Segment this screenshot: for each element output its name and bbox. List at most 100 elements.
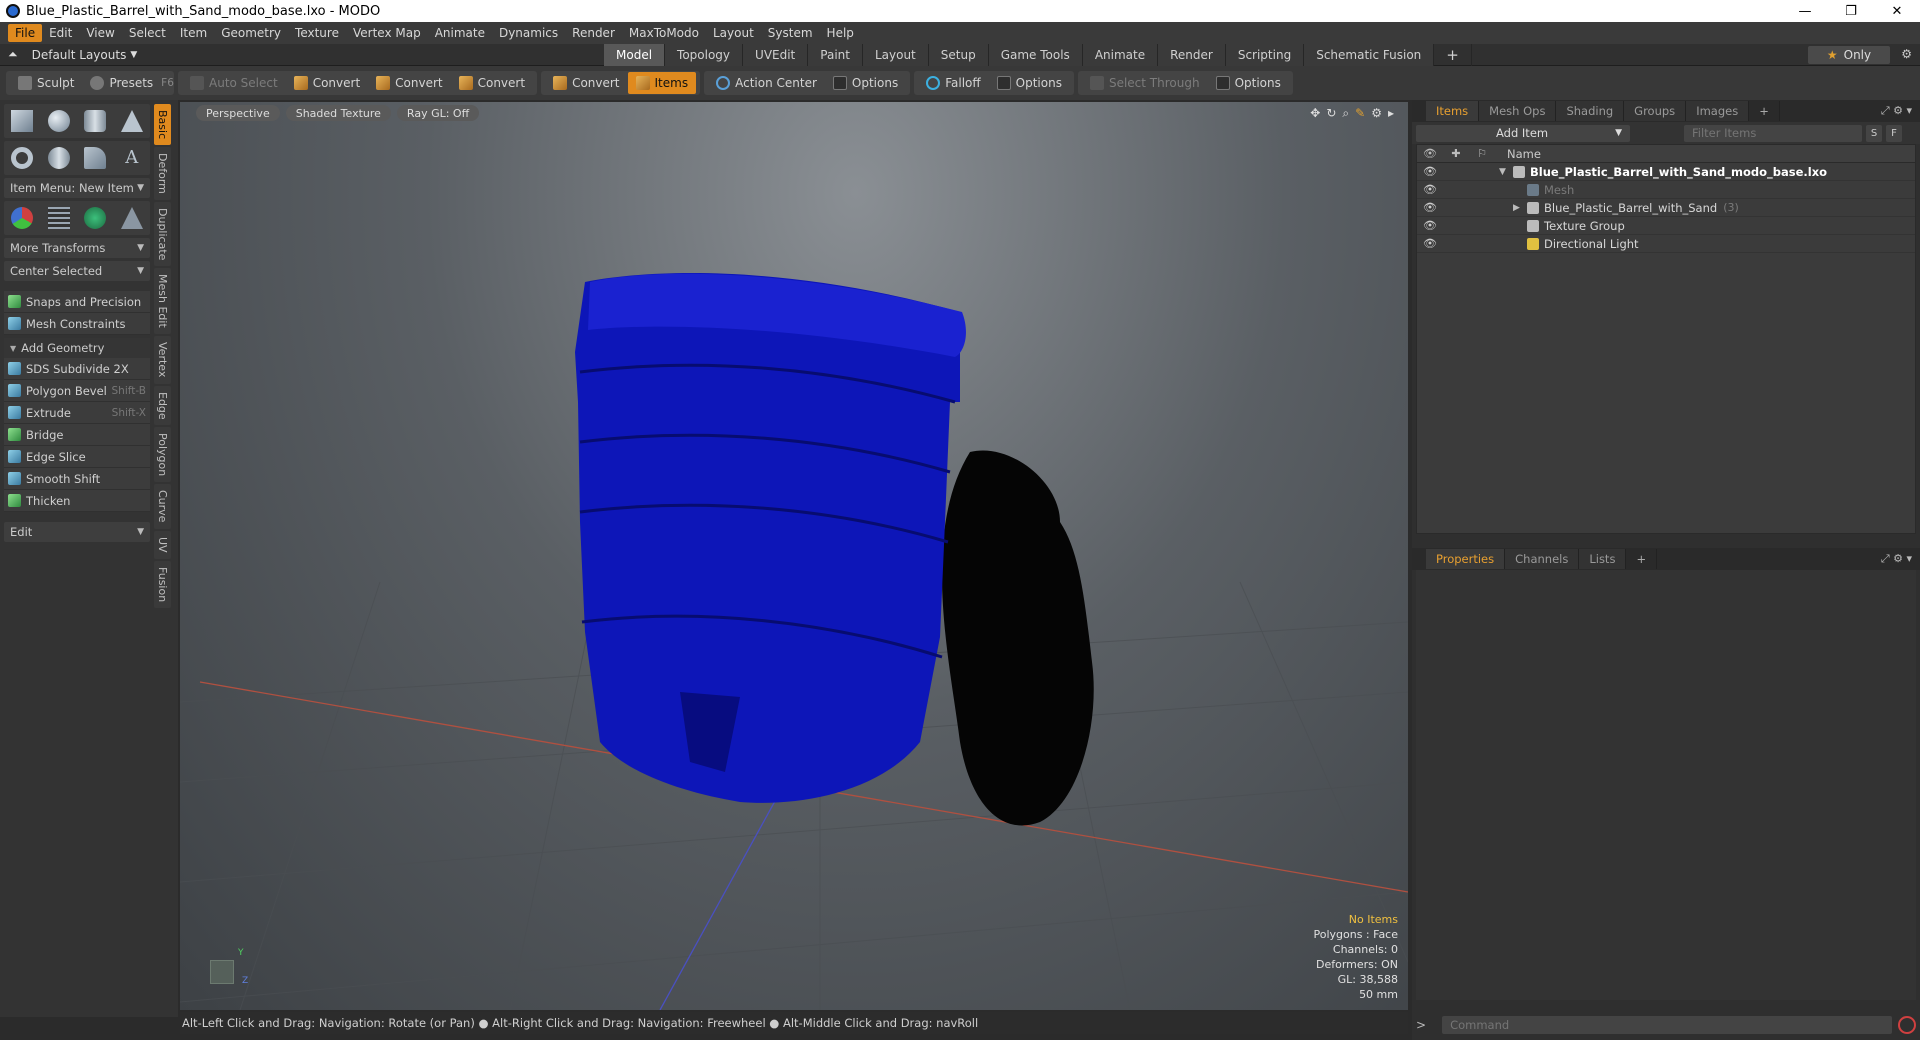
extrude-button[interactable]: Extrude Shift-X — [4, 402, 150, 424]
layout-selector[interactable]: ⏶ Default Layouts ▼ — [0, 47, 600, 62]
command-input[interactable] — [1442, 1016, 1892, 1034]
torus-icon[interactable] — [11, 147, 34, 169]
presets-button[interactable]: Presets F6 — [82, 72, 181, 94]
tab-model[interactable]: Model — [604, 44, 666, 66]
falloff-button[interactable]: Falloff — [918, 72, 988, 94]
menu-select[interactable]: Select — [122, 24, 173, 42]
add-tab-button[interactable]: + — [1749, 101, 1780, 121]
filter-items-input[interactable] — [1684, 124, 1862, 142]
list-item-texture-group[interactable]: 👁 Texture Group — [1417, 217, 1915, 235]
minimize-button[interactable]: — — [1782, 0, 1828, 22]
mesh-constraints-button[interactable]: Mesh Constraints — [4, 313, 150, 335]
tab-topology[interactable]: Topology — [665, 44, 744, 66]
list-item-scene[interactable]: 👁 ▼ Blue_Plastic_Barrel_with_Sand_modo_b… — [1417, 163, 1915, 181]
select-through-button[interactable]: Select Through — [1082, 72, 1208, 94]
polygon-bevel-button[interactable]: Polygon Bevel Shift-B — [4, 380, 150, 402]
menu-item[interactable]: Item — [173, 24, 214, 42]
center-selected-dropdown[interactable]: Center Selected ▼ — [4, 261, 150, 281]
edge-slice-button[interactable]: Edge Slice — [4, 446, 150, 468]
eye-icon[interactable]: 👁 — [1417, 219, 1443, 232]
eye-icon[interactable]: 👁 — [1417, 165, 1443, 178]
menu-file[interactable]: File — [8, 24, 43, 42]
menu-geometry[interactable]: Geometry — [214, 24, 288, 42]
vtab-vertex[interactable]: Vertex — [154, 336, 171, 384]
list-item-mesh[interactable]: 👁 Mesh — [1417, 181, 1915, 199]
menu-maxtomodo[interactable]: MaxToModo — [622, 24, 706, 42]
vtab-uv[interactable]: UV — [154, 530, 171, 559]
tab-uvedit[interactable]: UVEdit — [743, 44, 809, 66]
name-column-header[interactable]: Name — [1495, 147, 1541, 161]
pyramid-icon[interactable] — [120, 207, 143, 229]
tab-images[interactable]: Images — [1686, 101, 1750, 121]
menu-view[interactable]: View — [79, 24, 121, 42]
menu-system[interactable]: System — [761, 24, 820, 42]
globe-icon[interactable] — [84, 207, 107, 229]
tab-lists[interactable]: Lists — [1579, 549, 1627, 569]
bridge-button[interactable]: Bridge — [4, 424, 150, 446]
edit-dropdown[interactable]: Edit ▼ — [4, 522, 150, 542]
restore-button[interactable]: ❐ — [1828, 0, 1874, 22]
cube-icon[interactable] — [11, 110, 34, 132]
eye-icon[interactable]: 👁 — [1417, 183, 1443, 196]
add-item-dropdown[interactable]: Add Item ▼ — [1416, 124, 1630, 142]
convert-vertices-button[interactable]: Convert — [286, 72, 368, 94]
action-center-button[interactable]: Action Center — [708, 72, 825, 94]
item-menu-dropdown[interactable]: Item Menu: New Item ▼ — [4, 178, 150, 198]
tab-shading[interactable]: Shading — [1556, 101, 1625, 121]
filter-s-button[interactable]: S — [1866, 124, 1882, 142]
filter-f-button[interactable]: F — [1886, 124, 1902, 142]
vtab-fusion[interactable]: Fusion — [154, 560, 171, 608]
tab-render[interactable]: Render — [1158, 44, 1226, 66]
vtab-mesh-edit[interactable]: Mesh Edit — [154, 268, 171, 335]
smooth-shift-button[interactable]: Smooth Shift — [4, 468, 150, 490]
add-tab-button[interactable]: + — [1434, 44, 1472, 66]
vtab-curve[interactable]: Curve — [154, 484, 171, 529]
tab-scripting[interactable]: Scripting — [1225, 44, 1305, 66]
expand-arrow-icon[interactable]: ▸ — [1388, 106, 1394, 121]
pan-icon[interactable]: ✥ — [1310, 106, 1320, 121]
sculpt-button[interactable]: Sculpt — [10, 72, 82, 94]
perspective-button[interactable]: Perspective — [196, 105, 280, 121]
sds-subdivide-button[interactable]: SDS Subdivide 2X — [4, 358, 150, 380]
text-icon[interactable]: A — [121, 147, 143, 169]
panel-corner-icons[interactable]: ⤢ ⚙ ▾ — [1881, 552, 1912, 566]
tab-setup[interactable]: Setup — [928, 44, 989, 66]
gear-icon[interactable]: ⚙ — [1901, 47, 1912, 61]
transform-icon[interactable] — [11, 207, 34, 229]
menu-edit[interactable]: Edit — [42, 24, 79, 42]
3d-viewport[interactable]: Perspective Shaded Texture Ray GL: Off ✥… — [180, 102, 1408, 1010]
convert-edges-button[interactable]: Convert — [368, 72, 450, 94]
raygl-button[interactable]: Ray GL: Off — [396, 105, 480, 121]
shading-button[interactable]: Shaded Texture — [285, 105, 391, 121]
brush-icon[interactable]: ✎ — [1355, 106, 1365, 121]
vtab-polygon[interactable]: Polygon — [154, 427, 171, 483]
expand-triangle-icon[interactable]: ▶ — [1513, 203, 1527, 213]
lock-column-icon[interactable]: ✚ — [1443, 147, 1469, 160]
vtab-edge[interactable]: Edge — [154, 385, 171, 426]
collapse-triangle-icon[interactable]: ▼ — [1499, 167, 1513, 177]
cone-icon[interactable] — [120, 110, 143, 132]
close-button[interactable]: ✕ — [1874, 0, 1920, 22]
menu-layout[interactable]: Layout — [706, 24, 761, 42]
visibility-column-icon[interactable]: 👁 — [1417, 147, 1443, 160]
tab-groups[interactable]: Groups — [1624, 101, 1687, 121]
menu-dynamics[interactable]: Dynamics — [492, 24, 565, 42]
vtab-duplicate[interactable]: Duplicate — [154, 202, 171, 267]
list-item-barrel-group[interactable]: 👁 ▶ Blue_Plastic_Barrel_with_Sand (3) — [1417, 199, 1915, 217]
eye-icon[interactable]: 👁 — [1417, 201, 1443, 214]
zoom-icon[interactable]: ⌕ — [1342, 106, 1349, 121]
auto-select-button[interactable]: Auto Select — [182, 72, 286, 94]
pen-icon[interactable] — [84, 147, 107, 169]
add-tab-button[interactable]: + — [1626, 549, 1658, 569]
more-transforms-dropdown[interactable]: More Transforms ▼ — [4, 238, 150, 258]
convert-materials-button[interactable]: Convert — [545, 72, 627, 94]
action-center-options-button[interactable]: Options — [825, 72, 906, 94]
tab-channels[interactable]: Channels — [1505, 549, 1580, 569]
snaps-precision-button[interactable]: Snaps and Precision — [4, 291, 150, 313]
add-geometry-header[interactable]: ▼ Add Geometry — [4, 338, 150, 358]
sphere-icon[interactable] — [47, 110, 70, 132]
items-mode-button[interactable]: Items — [627, 72, 697, 94]
thicken-button[interactable]: Thicken — [4, 490, 150, 512]
panel-corner-icons[interactable]: ⤢ ⚙ ▾ — [1881, 104, 1912, 118]
tab-layout[interactable]: Layout — [862, 44, 929, 66]
